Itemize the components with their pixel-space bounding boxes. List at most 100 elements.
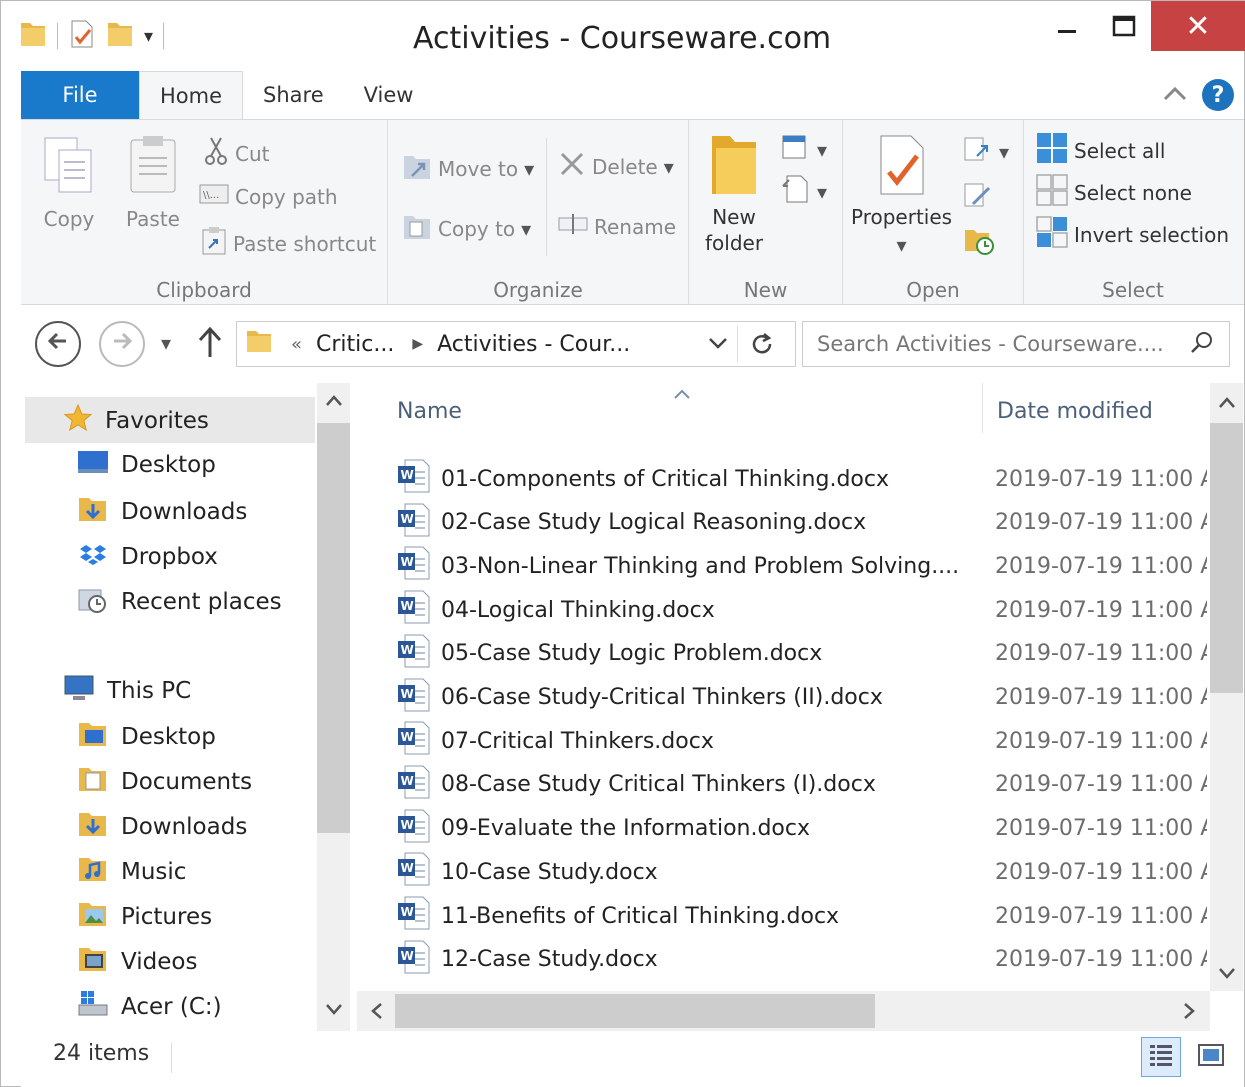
scrollbar-thumb[interactable] [1210, 423, 1243, 693]
nav-pc-videos[interactable]: Videos [77, 944, 197, 980]
help-icon[interactable]: ? [1202, 79, 1234, 111]
easy-access-button[interactable]: ▾ [781, 174, 827, 209]
tab-file[interactable]: File [21, 71, 139, 119]
search-input[interactable]: Search Activities - Courseware.... [817, 332, 1164, 356]
nav-fav-desktop[interactable]: Desktop [77, 449, 216, 481]
scrollbar-thumb[interactable] [317, 423, 350, 833]
properties-button[interactable]: Properties ▾ [851, 134, 952, 257]
tab-home[interactable]: Home [139, 71, 244, 119]
desktop-folder-icon [77, 719, 109, 755]
refresh-icon[interactable] [749, 330, 775, 364]
svg-text:W: W [401, 818, 414, 832]
file-row[interactable]: W 02-Case Study Logical Reasoning.docx 201… [397, 501, 1207, 545]
horizontal-scrollbar[interactable] [357, 991, 1210, 1031]
file-row[interactable]: W 08-Case Study Critical Thinkers (I).doc… [397, 763, 1207, 807]
svg-text:W: W [401, 730, 414, 744]
clipboard-group-label: Clipboard [156, 278, 252, 302]
folder-icon [19, 19, 47, 53]
column-header-date-modified[interactable]: Date modified [997, 399, 1153, 424]
scroll-up-icon[interactable] [324, 393, 344, 413]
nav-pc-documents[interactable]: Documents [77, 764, 252, 800]
back-button[interactable] [35, 321, 81, 367]
properties-icon [875, 134, 929, 201]
column-separator[interactable] [982, 383, 983, 433]
copy-button[interactable]: Copy [41, 134, 97, 231]
file-row[interactable]: W 05-Case Study Logic Problem.docx 2019-07… [397, 632, 1207, 676]
address-bar[interactable]: « Critic... ▶ Activities - Cour... [236, 321, 796, 367]
file-row[interactable]: W 11-Benefits of Critical Thinking.docx 20… [397, 894, 1207, 938]
file-row[interactable]: W 01-Components of Critical Thinking.docx… [397, 457, 1207, 501]
recent-locations-icon[interactable]: ▾ [161, 331, 171, 355]
file-row[interactable]: W 06-Case Study-Critical Thinkers (II).do… [397, 676, 1207, 720]
minimize-button[interactable] [1036, 1, 1098, 51]
file-row[interactable]: W 12-Case Study.docx 2019-07-19 11:00 AM [397, 938, 1207, 982]
nav-fav-recent-places[interactable]: Recent places [77, 584, 282, 620]
up-button[interactable] [197, 325, 223, 363]
scroll-left-icon[interactable] [369, 1001, 385, 1025]
invert-selection-button[interactable]: Invert selection [1036, 216, 1229, 253]
history-button[interactable] [963, 224, 995, 261]
delete-button[interactable]: Delete ▾ [558, 150, 674, 183]
scrollbar-thumb[interactable] [395, 994, 875, 1028]
address-dropdown-icon[interactable] [707, 330, 729, 362]
scroll-down-icon[interactable] [1217, 965, 1237, 985]
tab-share[interactable]: Share [243, 71, 344, 119]
properties-icon[interactable] [68, 19, 96, 53]
move-to-button[interactable]: Move to ▾ [402, 150, 534, 187]
nav-pane-scrollbar[interactable] [317, 383, 350, 1031]
paste-button[interactable]: Paste [125, 134, 181, 231]
select-all-button[interactable]: Select all [1036, 132, 1165, 169]
file-name: 02-Case Study Logical Reasoning.docx [441, 510, 867, 536]
nav-fav-downloads[interactable]: Downloads [77, 494, 247, 530]
search-box[interactable]: Search Activities - Courseware.... [802, 321, 1230, 367]
nav-pc-music[interactable]: Music [77, 854, 186, 890]
paste-shortcut-button[interactable]: Paste shortcut [201, 226, 376, 261]
maximize-button[interactable] [1098, 1, 1150, 51]
collapse-ribbon-icon[interactable] [1162, 84, 1188, 106]
rename-button[interactable]: Rename [558, 212, 676, 241]
scroll-down-icon[interactable] [324, 1001, 344, 1021]
large-icons-view-button[interactable] [1191, 1037, 1231, 1077]
file-list-scrollbar[interactable] [1210, 383, 1243, 991]
open-button[interactable]: ▾ [963, 134, 1009, 169]
file-row[interactable]: W 10-Case Study.docx 2019-07-19 11:00 AM [397, 850, 1207, 894]
column-header-name[interactable]: Name [397, 399, 462, 424]
new-folder-button[interactable]: New folder [705, 130, 763, 255]
new-folder-icon[interactable] [106, 19, 134, 53]
back-arrow-icon [46, 329, 70, 360]
new-item-button[interactable]: ▾ [781, 132, 827, 167]
forward-button[interactable] [99, 321, 145, 367]
edit-button[interactable] [963, 180, 993, 215]
copy-to-button[interactable]: Copy to ▾ [402, 210, 531, 247]
file-row[interactable]: W 09-Evaluate the Information.docx 2019-07… [397, 807, 1207, 851]
file-row[interactable]: W 03-Non-Linear Thinking and Problem Solv… [397, 544, 1207, 588]
details-view-button[interactable] [1141, 1037, 1181, 1077]
nav-pc-drive-c[interactable]: Acer (C:) [77, 989, 222, 1025]
nav-pc-downloads[interactable]: Downloads [77, 809, 247, 845]
cut-label: Cut [235, 141, 270, 166]
nav-favorites[interactable]: Favorites [63, 403, 209, 439]
scroll-right-icon[interactable] [1181, 1001, 1197, 1025]
nav-pc-desktop[interactable]: Desktop [77, 719, 216, 755]
breadcrumb-activities[interactable]: Activities - Cour... [437, 332, 630, 357]
customize-toolbar-icon[interactable]: ▾ [144, 26, 153, 47]
file-row[interactable]: W 07-Critical Thinkers.docx 2019-07-19 11:… [397, 719, 1207, 763]
close-icon: ✕ [1185, 8, 1211, 44]
properties-label: Properties [851, 205, 953, 229]
nav-pc-pictures[interactable]: Pictures [77, 899, 212, 935]
tab-view[interactable]: View [344, 71, 434, 119]
nav-fav-dropbox[interactable]: Dropbox [77, 539, 218, 575]
search-icon[interactable] [1189, 330, 1215, 361]
copy-path-button[interactable]: \\... Copy path [199, 182, 338, 211]
breadcrumb-critical[interactable]: Critic... [316, 332, 394, 357]
nav-this-pc[interactable]: This PC [63, 674, 191, 708]
cut-button[interactable]: Cut [203, 136, 269, 171]
invert-selection-icon [1036, 216, 1068, 253]
history-icon [963, 224, 995, 261]
select-none-button[interactable]: Select none [1036, 174, 1192, 211]
file-row[interactable]: W 04-Logical Thinking.docx 2019-07-19 11:0… [397, 588, 1207, 632]
overflow-crumb[interactable]: « [291, 334, 302, 355]
svg-text:W: W [401, 774, 414, 788]
close-button[interactable]: ✕ [1151, 1, 1245, 51]
scroll-up-icon[interactable] [1217, 395, 1237, 415]
